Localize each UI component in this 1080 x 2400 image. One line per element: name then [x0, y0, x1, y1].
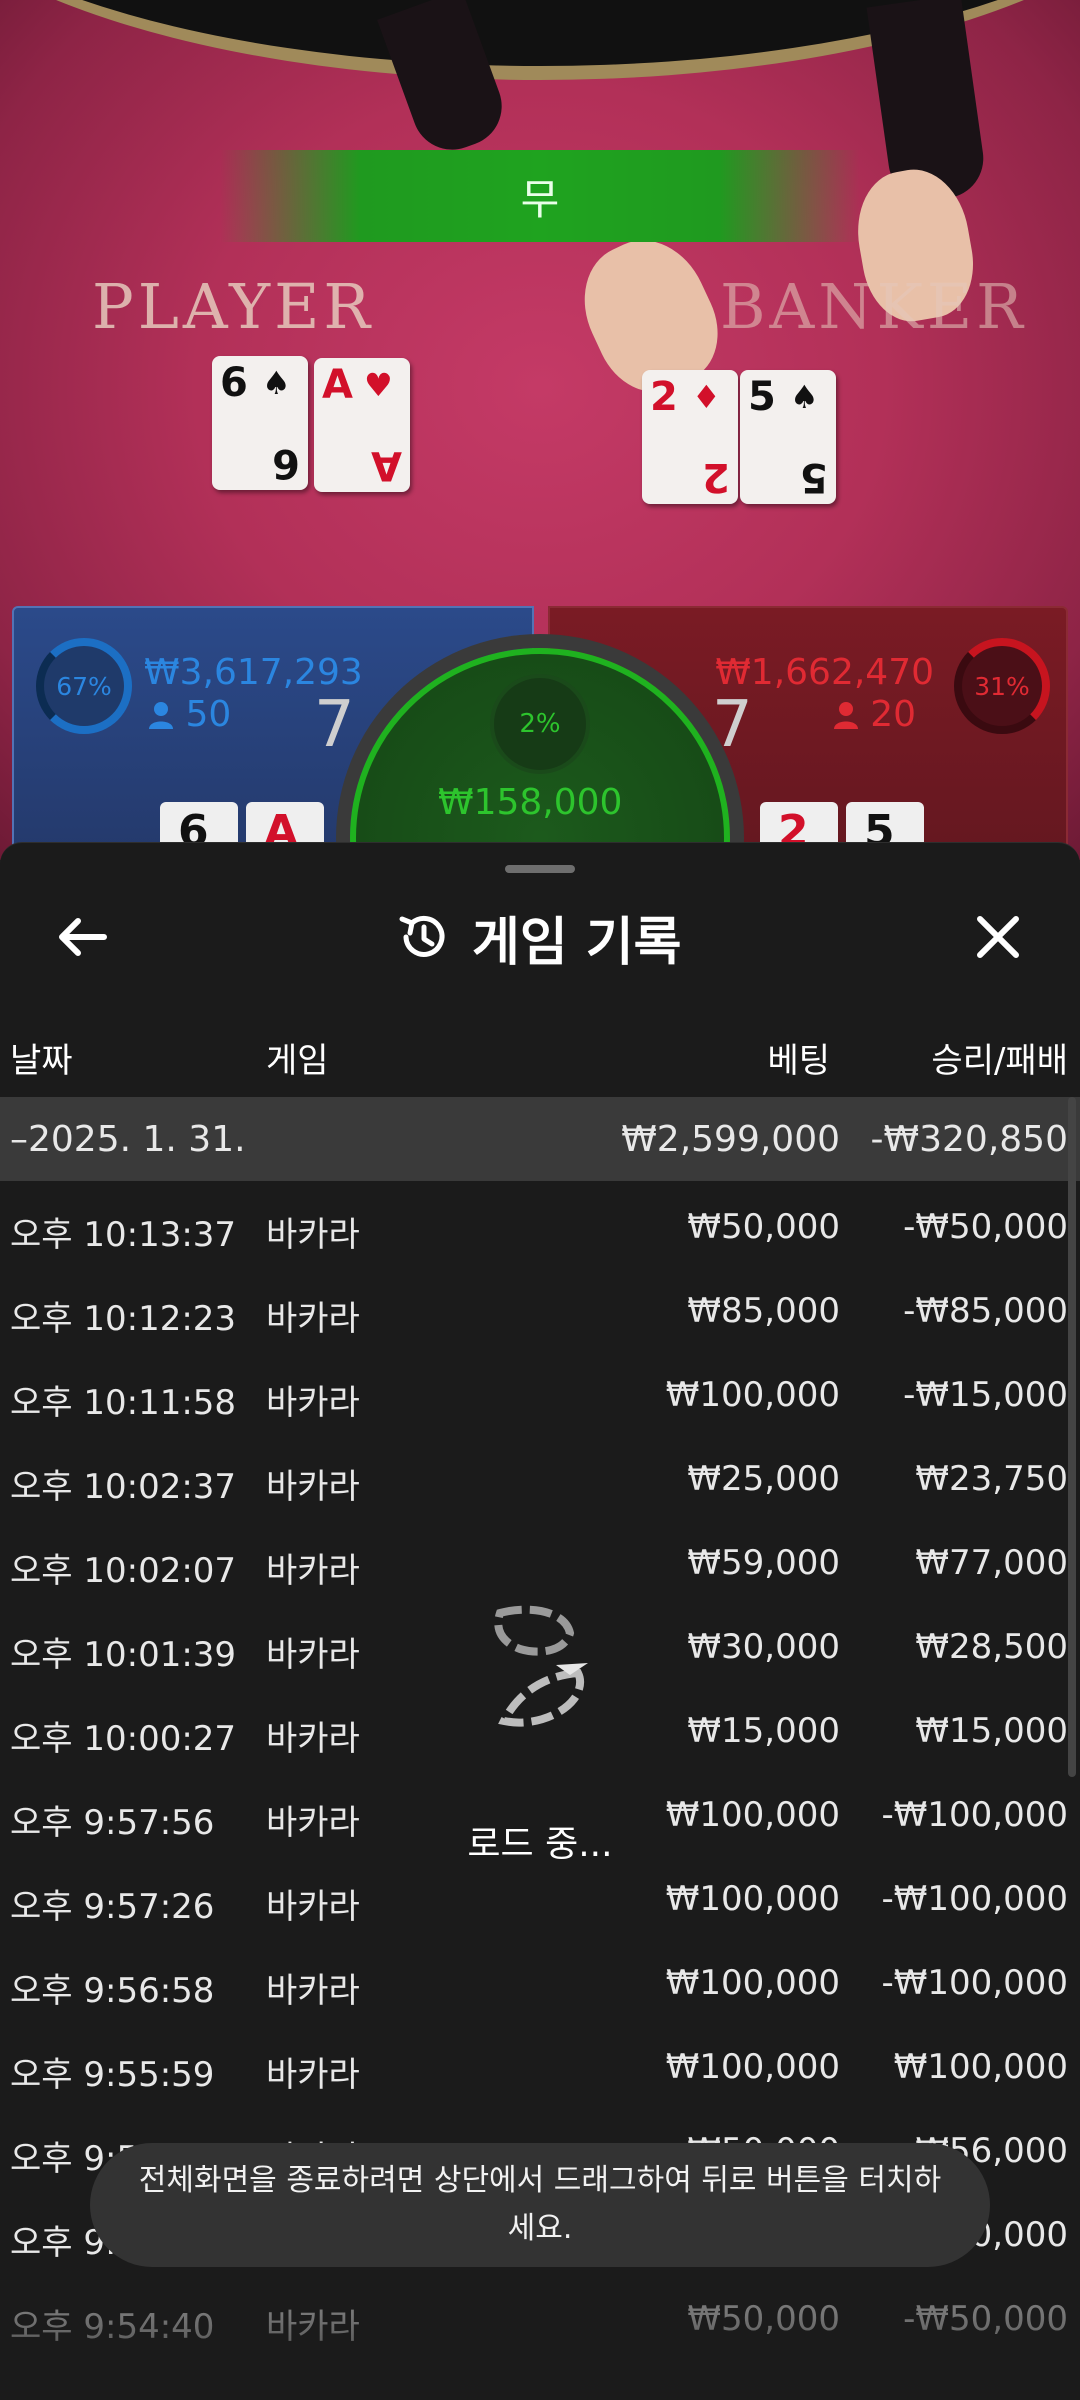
row-winloss: -₩50,000 — [903, 1207, 1068, 1247]
history-row[interactable]: 오후 9:56:58 바카라 ₩100,000 -₩100,000 — [0, 1943, 1080, 2027]
round-result-banner: 무 — [220, 150, 860, 242]
fullscreen-exit-toast: 전체화면을 종료하려면 상단에서 드래그하여 뒤로 버튼을 터치하세요. — [90, 2143, 990, 2267]
game-history-sheet: 게임 기록 날짜 게임 베팅 승리/패배 –2025. 1. 31. ₩2,59… — [0, 842, 1080, 2400]
tie-total-bet: ₩158,000 — [438, 782, 623, 823]
row-time: 오후 10:11:58 — [10, 1383, 237, 1423]
row-time: 오후 10:13:37 — [10, 1215, 237, 1255]
row-bet: ₩59,000 — [687, 1543, 840, 1583]
row-time: 오후 10:00:27 — [10, 1719, 237, 1759]
close-button[interactable] — [966, 905, 1030, 969]
row-game: 바카라 — [266, 1467, 360, 1507]
sheet-title: 게임 기록 — [394, 899, 681, 975]
loading-spinner-icon — [494, 1605, 588, 1727]
row-bet: ₩100,000 — [665, 1879, 840, 1919]
row-winloss: -₩85,000 — [903, 1291, 1068, 1331]
row-bet: ₩15,000 — [687, 1711, 840, 1751]
back-button[interactable] — [50, 905, 114, 969]
row-time: 오후 9:56:58 — [10, 1971, 215, 2011]
history-row[interactable]: 오후 10:12:23 바카라 ₩85,000 -₩85,000 — [0, 1271, 1080, 1355]
row-bet: ₩100,000 — [665, 1375, 840, 1415]
history-row[interactable]: 오후 9:57:26 바카라 ₩100,000 -₩100,000 — [0, 1859, 1080, 1943]
row-game: 바카라 — [266, 1971, 360, 2011]
summary-date: –2025. 1. 31. — [10, 1119, 246, 1160]
row-bet: ₩85,000 — [687, 1291, 840, 1331]
row-time: 오후 9:57:26 — [10, 1887, 215, 1927]
history-icon — [399, 915, 445, 957]
summary-winloss: -₩320,850 — [870, 1119, 1068, 1160]
player-zone-label: PLAYER — [92, 270, 375, 343]
loading-text: 로드 중... — [467, 1824, 613, 1865]
row-bet: ₩100,000 — [665, 2047, 840, 2087]
scrollbar[interactable] — [1068, 1097, 1076, 1777]
person-icon — [833, 702, 858, 729]
player-bettor-count: 50 — [148, 694, 231, 735]
row-time: 오후 10:02:37 — [10, 1467, 237, 1507]
row-game: 바카라 — [266, 1299, 360, 1339]
player-score: 7 — [314, 688, 355, 762]
arrow-left-icon — [59, 918, 107, 956]
column-header-date: 날짜 — [10, 1041, 73, 1081]
column-header-winloss: 승리/패배 — [931, 1041, 1068, 1081]
tie-percent-ring: 2% — [490, 674, 590, 774]
player-total-bet: ₩3,617,293 — [144, 652, 363, 693]
row-winloss: ₩23,750 — [915, 1459, 1068, 1499]
row-bet: ₩50,000 — [687, 1207, 840, 1247]
history-row[interactable]: 오후 10:13:37 바카라 ₩50,000 -₩50,000 — [0, 1187, 1080, 1271]
row-game: 바카라 — [266, 1215, 360, 1255]
banker-bettor-count: 20 — [833, 694, 916, 735]
history-row[interactable]: 오후 10:02:37 바카라 ₩25,000 ₩23,750 — [0, 1439, 1080, 1523]
row-winloss: -₩100,000 — [881, 1963, 1069, 2003]
history-row[interactable]: 오후 9:55:59 바카라 ₩100,000 ₩100,000 — [0, 2027, 1080, 2111]
row-winloss: ₩15,000 — [915, 1711, 1068, 1751]
row-bet: ₩100,000 — [665, 1963, 840, 2003]
banker-card-1: 2 ♦ 2 — [642, 370, 738, 504]
close-icon — [977, 916, 1019, 958]
row-game: 바카라 — [266, 1719, 360, 1759]
row-time: 오후 10:01:39 — [10, 1635, 237, 1675]
row-game: 바카라 — [266, 1551, 360, 1591]
player-card-1: 6 ♠ 6 — [212, 356, 308, 490]
history-row[interactable]: 오후 10:02:07 바카라 ₩59,000 ₩77,000 — [0, 1523, 1080, 1607]
banker-percent-ring: 31% — [954, 638, 1050, 734]
row-winloss: ₩77,000 — [915, 1543, 1068, 1583]
row-time: 오후 9:55:59 — [10, 2055, 215, 2095]
column-header-bet: 베팅 — [767, 1041, 830, 1081]
row-game: 바카라 — [266, 1383, 360, 1423]
row-winloss: -₩100,000 — [881, 1879, 1069, 1919]
banker-score: 7 — [712, 688, 753, 762]
row-game: 바카라 — [266, 2055, 360, 2095]
sheet-title-text: 게임 기록 — [472, 912, 682, 973]
date-summary-row[interactable]: –2025. 1. 31. ₩2,599,000 -₩320,850 — [0, 1097, 1080, 1181]
row-time: 오후 10:02:07 — [10, 1551, 237, 1591]
row-time: 오후 10:12:23 — [10, 1299, 237, 1339]
row-game: 바카라 — [266, 1887, 360, 1927]
row-game: 바카라 — [266, 1635, 360, 1675]
player-percent-ring: 67% — [36, 638, 132, 734]
person-icon — [149, 702, 173, 729]
sheet-drag-handle[interactable] — [505, 865, 575, 873]
row-winloss: ₩28,500 — [915, 1627, 1068, 1667]
history-row[interactable]: 오후 10:11:58 바카라 ₩100,000 -₩15,000 — [0, 1355, 1080, 1439]
banker-card-2: 5 ♠ 5 — [740, 370, 836, 504]
row-winloss: -₩15,000 — [903, 1375, 1068, 1415]
row-bet: ₩30,000 — [687, 1627, 840, 1667]
row-winloss: ₩100,000 — [893, 2047, 1068, 2087]
row-bet: ₩25,000 — [687, 1459, 840, 1499]
column-header-game: 게임 — [266, 1041, 329, 1081]
banker-total-bet: ₩1,662,470 — [715, 652, 934, 693]
banker-zone-label: BANKER — [720, 270, 1027, 343]
summary-bet: ₩2,599,000 — [621, 1119, 840, 1160]
list-fade — [0, 2313, 1080, 2400]
player-card-2: A ♥ A — [314, 358, 410, 492]
